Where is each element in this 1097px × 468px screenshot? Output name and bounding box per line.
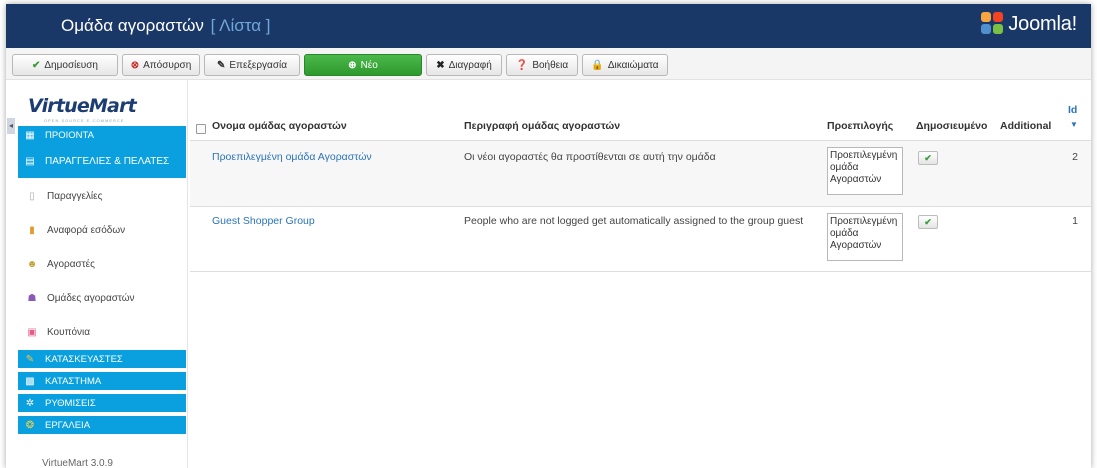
- permissions-button[interactable]: 🔒 Δικαιώματα: [582, 54, 668, 76]
- help-button[interactable]: ❓ Βοήθεια: [506, 54, 578, 76]
- app-window: Ομάδα αγοραστών [ Λίστα ] Joomla! ✔ Δημο…: [6, 4, 1091, 468]
- page-title-text: Ομάδα αγοραστών: [61, 16, 204, 35]
- group-id: 2: [1072, 151, 1078, 163]
- sidebar-category-label: ΠΡΟΙΟΝΤΑ: [45, 129, 94, 141]
- users-icon: ☻: [26, 258, 38, 270]
- sort-desc-icon: ▼: [1070, 120, 1078, 129]
- checkmark-icon: ✔: [924, 152, 932, 163]
- page-title: Ομάδα αγοραστών [ Λίστα ]: [61, 16, 271, 36]
- sidebar-category-label: ΚΑΤΑΣΤΗΜΑ: [45, 375, 102, 387]
- published-toggle[interactable]: ✔: [918, 151, 938, 165]
- publish-button[interactable]: ✔ Δημοσίευση: [12, 54, 118, 76]
- unpublish-label: Απόσυρση: [143, 59, 192, 71]
- joomla-icon: [981, 12, 1005, 36]
- group-name-link[interactable]: Προεπιλεγμένη ομάδα Αγοραστών: [212, 151, 372, 163]
- sidebar-item-label: Αναφορά εσόδων: [47, 224, 126, 236]
- toolbar: ✔ Δημοσίευση ⊗ Απόσυρση ✎ Επεξεργασία ⊕ …: [6, 48, 1091, 80]
- virtuemart-logo: VirtueMart OPEN SOURCE E-COMMERCE: [24, 94, 154, 123]
- orders-icon: ▤: [25, 155, 35, 167]
- publish-label: Δημοσίευση: [44, 59, 98, 71]
- group-description: Οι νέοι αγοραστές θα προστίθενται σε αυτ…: [464, 151, 716, 163]
- plus-circle-icon: ⊕: [348, 59, 357, 71]
- column-header-published[interactable]: Δημοσιευμένο: [916, 120, 987, 132]
- sidebar-category-orders[interactable]: ▤ ΠΑΡΑΓΓΕΛΙΕΣ & ΠΕΛΑΤΕΣ: [18, 144, 186, 178]
- column-header-description[interactable]: Περιγραφή ομάδας αγοραστών: [464, 120, 620, 132]
- sidebar-category-store[interactable]: ▩ ΚΑΤΑΣΤΗΜΑ: [18, 372, 186, 390]
- page-subtitle: [ Λίστα ]: [210, 16, 271, 35]
- permissions-label: Δικαιώματα: [607, 59, 659, 71]
- sidebar-item-label: Κουπόνια: [47, 326, 91, 338]
- sidebar-item-shopper-groups[interactable]: ☗ Ομάδες αγοραστών: [18, 282, 186, 314]
- published-toggle[interactable]: ✔: [918, 215, 938, 229]
- shopper-groups-table: Ονομα ομάδας αγοραστών Περιγραφή ομάδας …: [190, 80, 1091, 468]
- remove-circle-icon: ⊗: [130, 59, 140, 71]
- column-header-name[interactable]: Ονομα ομάδας αγοραστών: [212, 120, 347, 132]
- gift-icon: ▣: [27, 326, 37, 338]
- sidebar-category-tools[interactable]: ❂ ΕΡΓΑΛΕΙΑ: [18, 416, 186, 434]
- joomla-logo: Joomla!: [981, 12, 1077, 36]
- sidebar-category-products[interactable]: ▦ ΠΡΟΙΟΝΤΑ: [18, 126, 186, 144]
- sidebar-item-label: Ομάδες αγοραστών: [47, 292, 135, 304]
- column-header-id[interactable]: Id: [1068, 104, 1077, 116]
- edit-button[interactable]: ✎ Επεξεργασία: [204, 54, 300, 76]
- sidebar-item-label: Αγοραστές: [47, 258, 95, 270]
- bar-chart-icon: ▮: [29, 224, 35, 236]
- virtuemart-version: VirtueMart 3.0.9: [42, 458, 113, 468]
- sidebar-item-coupons[interactable]: ▣ Κουπόνια: [18, 316, 186, 348]
- document-icon: ▯: [29, 190, 35, 202]
- new-button[interactable]: ⊕ Νέο: [304, 54, 422, 76]
- checkmark-icon: ✔: [924, 216, 932, 227]
- sidebar-category-label: ΚΑΤΑΣΚΕΥΑΣΤΕΣ: [45, 353, 123, 365]
- page-header: Ομάδα αγοραστών [ Λίστα ] Joomla!: [6, 4, 1091, 48]
- sidebar-item-label: Παραγγελίες: [47, 190, 103, 202]
- unpublish-button[interactable]: ⊗ Απόσυρση: [122, 54, 200, 76]
- group-icon: ☗: [27, 292, 37, 304]
- store-icon: ▩: [25, 375, 35, 387]
- settings-icon: ✲: [25, 397, 35, 409]
- column-header-default[interactable]: Προεπιλογής: [827, 120, 893, 132]
- virtuemart-tagline: OPEN SOURCE E-COMMERCE: [44, 118, 125, 123]
- sidebar-category-label: ΠΑΡΑΓΓΕΛΙΕΣ & ΠΕΛΑΤΕΣ: [45, 155, 170, 167]
- edit-icon: ✎: [217, 59, 226, 71]
- help-label: Βοήθεια: [532, 59, 569, 71]
- group-id: 1: [1072, 215, 1078, 227]
- products-icon: ▦: [25, 129, 35, 141]
- default-group-field[interactable]: Προεπιλεγμένη ομάδα Αγοραστών: [827, 213, 903, 261]
- question-icon: ❓: [515, 59, 529, 71]
- lock-icon: 🔒: [591, 59, 604, 71]
- sidebar-category-manufacturers[interactable]: ✎ ΚΑΤΑΣΚΕΥΑΣΤΕΣ: [18, 350, 186, 368]
- sidebar-category-label: ΕΡΓΑΛΕΙΑ: [45, 419, 91, 431]
- new-label: Νέο: [360, 59, 378, 71]
- sidebar-category-settings[interactable]: ✲ ΡΥΘΜΙΣΕΙΣ: [18, 394, 186, 412]
- edit-label: Επεξεργασία: [229, 59, 287, 71]
- wrench-icon: ✎: [25, 353, 35, 365]
- group-name-link[interactable]: Guest Shopper Group: [212, 215, 315, 227]
- sidebar-item-revenue-report[interactable]: ▮ Αναφορά εσόδων: [18, 214, 186, 246]
- close-icon: ✖: [436, 59, 445, 71]
- sidebar-item-orders[interactable]: ▯ Παραγγελίες: [18, 180, 186, 212]
- column-header-additional[interactable]: Additional: [1000, 120, 1051, 132]
- select-all-checkbox[interactable]: [196, 124, 206, 134]
- default-group-field[interactable]: Προεπιλεγμένη ομάδα Αγοραστών: [827, 147, 903, 195]
- virtuemart-logo-text: VirtueMart: [28, 95, 137, 117]
- sidebar-collapse-toggle[interactable]: ◂: [7, 118, 15, 134]
- sidebar: VirtueMart OPEN SOURCE E-COMMERCE ◂ ▦ ΠΡ…: [6, 80, 188, 468]
- group-description: People who are not logged get automatica…: [464, 215, 804, 227]
- sidebar-category-label: ΡΥΘΜΙΣΕΙΣ: [45, 397, 96, 409]
- joomla-wordmark: Joomla!: [1008, 12, 1077, 35]
- table-row: Guest Shopper Group People who are not l…: [190, 206, 1091, 272]
- sidebar-item-shoppers[interactable]: ☻ Αγοραστές: [18, 248, 186, 280]
- checkmark-icon: ✔: [31, 59, 41, 71]
- delete-label: Διαγραφή: [448, 59, 492, 71]
- tools-icon: ❂: [25, 419, 35, 431]
- delete-button[interactable]: ✖ Διαγραφή: [426, 54, 502, 76]
- table-row: Προεπιλεγμένη ομάδα Αγοραστών Οι νέοι αγ…: [190, 140, 1091, 206]
